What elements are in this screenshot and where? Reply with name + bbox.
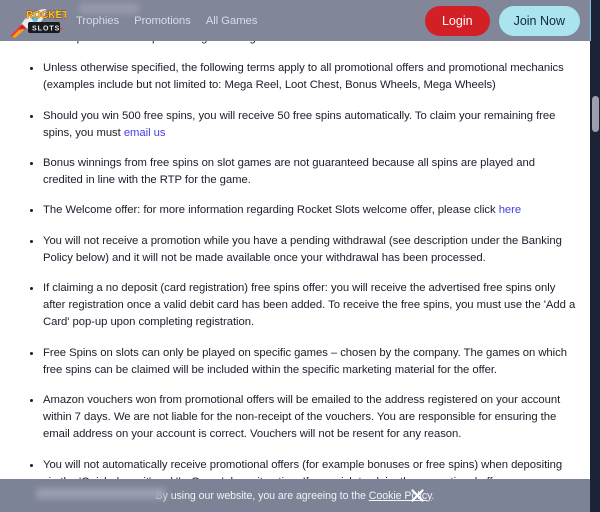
svg-text:SLOTS: SLOTS (32, 25, 60, 32)
close-icon (410, 488, 424, 502)
terms-text: Unless otherwise specified, the followin… (43, 62, 564, 92)
join-now-button[interactable]: Join Now (498, 5, 580, 36)
blurred-nav-element (79, 2, 139, 14)
rocket-slots-logo[interactable]: ROCKET SLOTS (8, 3, 69, 39)
cookie-banner-text: By using our website, you are agreeing t… (156, 490, 435, 502)
nav-item-promotions[interactable]: Promotions (134, 15, 191, 27)
list-item: You will not receive a promotion while y… (30, 233, 576, 267)
terms-text: Free Spins on slots can only be played o… (43, 346, 567, 376)
svg-text:ROCKET: ROCKET (26, 10, 66, 21)
cookie-consent-banner: By using our website, you are agreeing t… (0, 479, 590, 512)
cookie-text-after: . (431, 489, 435, 502)
main-navigation: Trophies Promotions All Games (76, 2, 258, 27)
email-us-link[interactable]: email us (124, 127, 166, 139)
page-scrollbar-track[interactable] (591, 0, 599, 512)
nav-item-trophies[interactable]: Trophies (76, 15, 119, 27)
blurred-banner-text (36, 488, 166, 499)
page-scrollbar-thumb[interactable] (592, 96, 599, 132)
terms-text: Should you win 500 free spins, you will … (43, 109, 556, 139)
list-item: The Welcome offer: for more information … (30, 202, 576, 219)
list-item: Should you win 500 free spins, you will … (30, 108, 576, 142)
list-item: Free Spins on slots can only be played o… (30, 345, 576, 379)
right-edge-rail (590, 0, 600, 512)
site-header: ROCKET SLOTS Trophies Promotions All Gam… (0, 0, 590, 41)
list-item: Amazon vouchers won from promotional off… (30, 392, 576, 444)
page-content: Free Spins' refers to spins on regular s… (0, 0, 590, 512)
terms-text: You will not receive a promotion while y… (43, 234, 562, 264)
terms-text: Bonus winnings from free spins on slot g… (43, 157, 535, 187)
terms-text: Amazon vouchers won from promotional off… (43, 394, 561, 441)
terms-and-conditions-list: Free Spins' refers to spins on regular s… (0, 0, 590, 512)
cookie-text-before: By using our website, you are agreeing t… (155, 489, 369, 502)
cookie-banner-close-button[interactable] (407, 485, 427, 505)
header-actions: Login Join Now (424, 5, 580, 36)
rocket-slots-logo-icon: ROCKET SLOTS (10, 8, 69, 38)
list-item: Bonus winnings from free spins on slot g… (30, 155, 576, 189)
welcome-offer-here-link[interactable]: here (499, 204, 521, 216)
login-button[interactable]: Login (424, 5, 490, 36)
terms-text: If claiming a no deposit (card registrat… (43, 282, 576, 329)
list-item: Unless otherwise specified, the followin… (30, 60, 576, 94)
list-item: If claiming a no deposit (card registrat… (30, 280, 576, 332)
terms-text: The Welcome offer: for more information … (43, 204, 499, 217)
nav-item-all-games[interactable]: All Games (206, 15, 258, 27)
